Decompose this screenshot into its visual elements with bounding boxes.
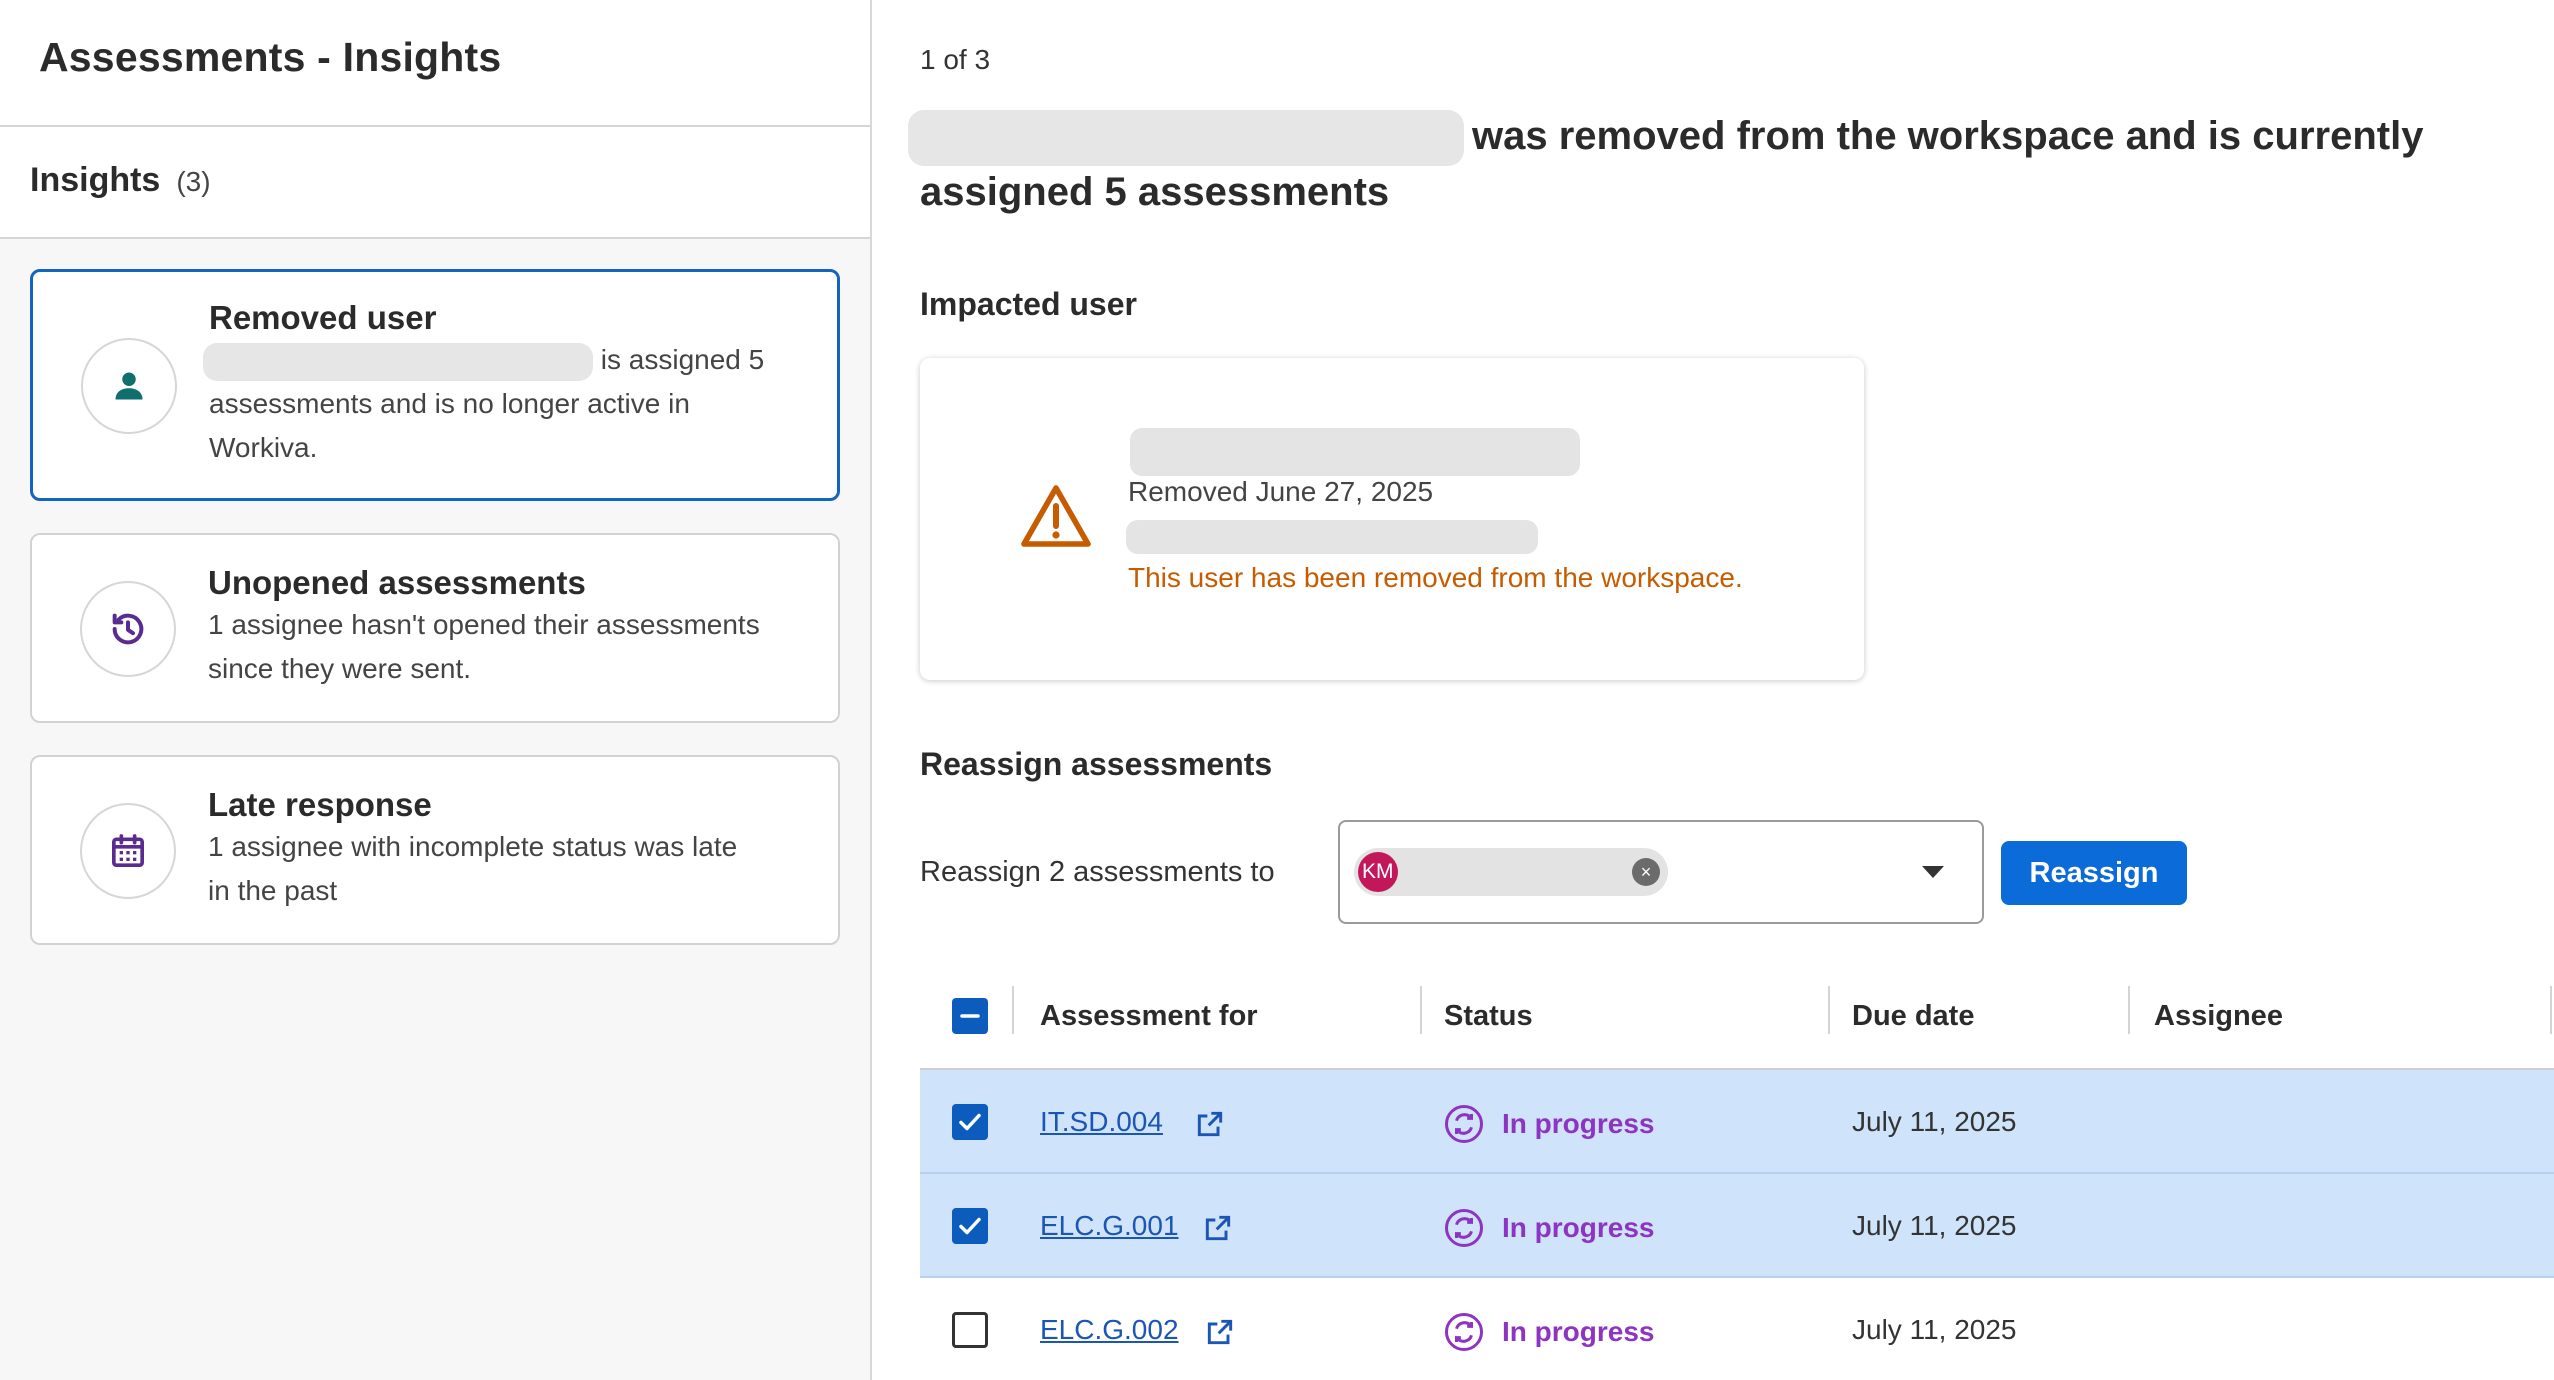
status-badge: In progress — [1444, 1208, 1654, 1248]
due-date: July 11, 2025 — [1852, 1106, 2017, 1137]
insights-sidebar: Assessments - Insights Insights (3) Remo… — [0, 0, 872, 1380]
removed-message: This user has been removed from the work… — [1128, 562, 1743, 593]
card-title: Removed user — [209, 299, 437, 336]
sidebar-header: Assessments - Insights — [0, 0, 870, 127]
status-badge: In progress — [1444, 1312, 1654, 1352]
impacted-user-card: Removed June 27, 2025 This user has been… — [920, 358, 1864, 680]
reassign-label: Reassign 2 assessments to — [920, 856, 1275, 888]
insight-card-late-response[interactable]: Late response 1 assignee with incomplete… — [30, 755, 840, 945]
removed-date: Removed June 27, 2025 — [1128, 476, 1434, 507]
insight-headline: was removed from the workspace and is cu… — [908, 110, 2500, 218]
in-progress-icon — [1445, 1209, 1483, 1247]
select-all-checkbox[interactable] — [952, 998, 988, 1034]
remove-chip-icon[interactable]: × — [1632, 858, 1660, 886]
user-icon — [81, 338, 177, 434]
external-link-icon[interactable] — [1194, 1108, 1226, 1140]
calendar-icon — [80, 803, 176, 899]
row-checkbox[interactable] — [952, 1104, 988, 1140]
column-header-due-date[interactable]: Due date — [1852, 1000, 1974, 1033]
chevron-down-icon[interactable] — [1922, 866, 1944, 878]
insights-count: (3) — [176, 166, 211, 197]
insights-label: Insights — [30, 161, 161, 199]
warning-icon — [1021, 485, 1091, 547]
column-header-status[interactable]: Status — [1444, 1000, 1533, 1033]
impacted-user-title: Impacted user — [920, 286, 1137, 322]
in-progress-icon — [1445, 1313, 1483, 1351]
card-description: 1 assignee hasn't opened their assessmen… — [208, 609, 760, 684]
due-date: July 11, 2025 — [1852, 1314, 2017, 1345]
redacted-name — [908, 110, 1464, 167]
pager: 1 of 3 — [920, 44, 991, 75]
external-link-icon[interactable] — [1202, 1212, 1234, 1244]
in-progress-icon — [1445, 1105, 1483, 1143]
card-title: Unopened assessments — [208, 564, 586, 601]
selected-user-chip: KM × — [1354, 848, 1668, 896]
insight-card-removed-user[interactable]: Removed user is assigned 5 assessments a… — [30, 269, 840, 501]
insight-card-unopened-assessments[interactable]: Unopened assessments 1 assignee hasn't o… — [30, 533, 840, 723]
due-date: July 11, 2025 — [1852, 1210, 2017, 1241]
table-row: ELC.G.002 In progress July 11, 2025 — [920, 1278, 2554, 1380]
redacted-name — [203, 342, 593, 381]
reassign-button[interactable]: Reassign — [2001, 841, 2187, 905]
assessment-link[interactable]: ELC.G.002 — [1040, 1314, 1179, 1346]
table-row: ELC.G.001 In progress July 11, 2025 — [920, 1174, 2554, 1278]
redacted-user-name — [1130, 428, 1580, 476]
assessment-link[interactable]: IT.SD.004 — [1040, 1106, 1163, 1138]
status-badge: In progress — [1444, 1104, 1654, 1144]
redacted-user-email — [1126, 520, 1538, 554]
assessments-table: Assessment for Status Due date Assignee … — [920, 970, 2554, 1380]
table-header: Assessment for Status Due date Assignee — [920, 970, 2554, 1070]
insight-detail: 1 of 3 was removed from the workspace an… — [874, 0, 2554, 1380]
reassign-title: Reassign assessments — [920, 746, 1273, 782]
card-description: is assigned 5 assessments and is no long… — [203, 338, 787, 470]
table-row: IT.SD.004 In progress July 11, 2025 — [920, 1070, 2554, 1174]
column-header-assignee[interactable]: Assignee — [2154, 1000, 2283, 1033]
card-description: 1 assignee with incomplete status was la… — [208, 831, 738, 906]
card-title: Late response — [208, 786, 432, 823]
assessment-link[interactable]: ELC.G.001 — [1040, 1210, 1179, 1242]
history-icon — [80, 581, 176, 677]
external-link-icon[interactable] — [1204, 1316, 1236, 1348]
column-header-assessment[interactable]: Assessment for — [1040, 1000, 1258, 1033]
row-checkbox[interactable] — [952, 1208, 988, 1244]
page-title: Assessments - Insights — [39, 34, 502, 80]
avatar: KM — [1358, 852, 1398, 892]
assignee-select[interactable]: KM × — [1338, 820, 1984, 924]
row-checkbox[interactable] — [952, 1312, 988, 1348]
insights-heading: Insights (3) — [0, 127, 870, 239]
